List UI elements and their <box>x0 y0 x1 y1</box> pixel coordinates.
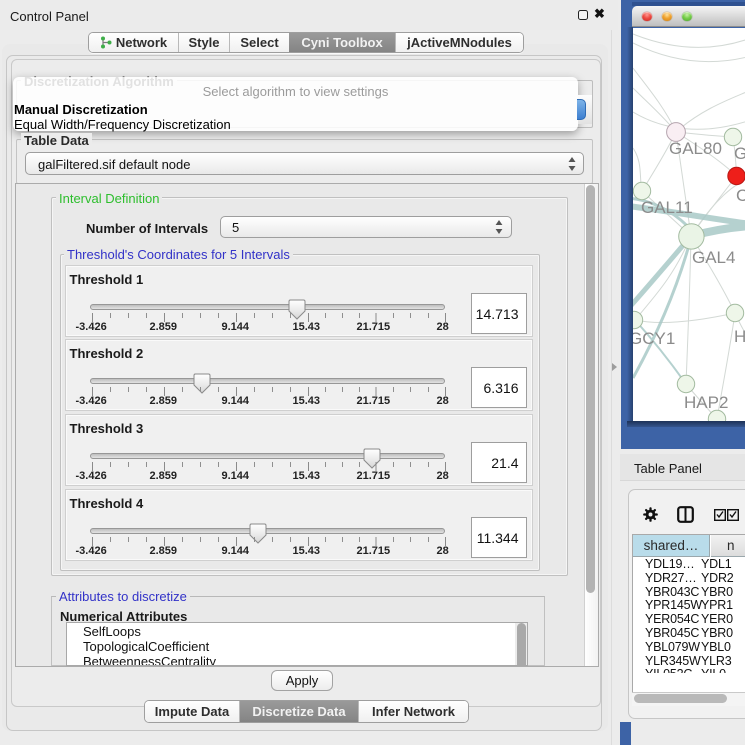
svg-text:GAL11: GAL11 <box>641 198 693 217</box>
svg-text:GA: GA <box>734 144 745 163</box>
svg-text:C: C <box>736 186 745 205</box>
svg-text:H: H <box>734 327 745 346</box>
svg-text:GAL80: GAL80 <box>669 139 722 158</box>
svg-text:GAL4: GAL4 <box>692 248 735 267</box>
svg-text:GCY1: GCY1 <box>633 329 675 348</box>
svg-text:HAP2: HAP2 <box>684 393 728 412</box>
